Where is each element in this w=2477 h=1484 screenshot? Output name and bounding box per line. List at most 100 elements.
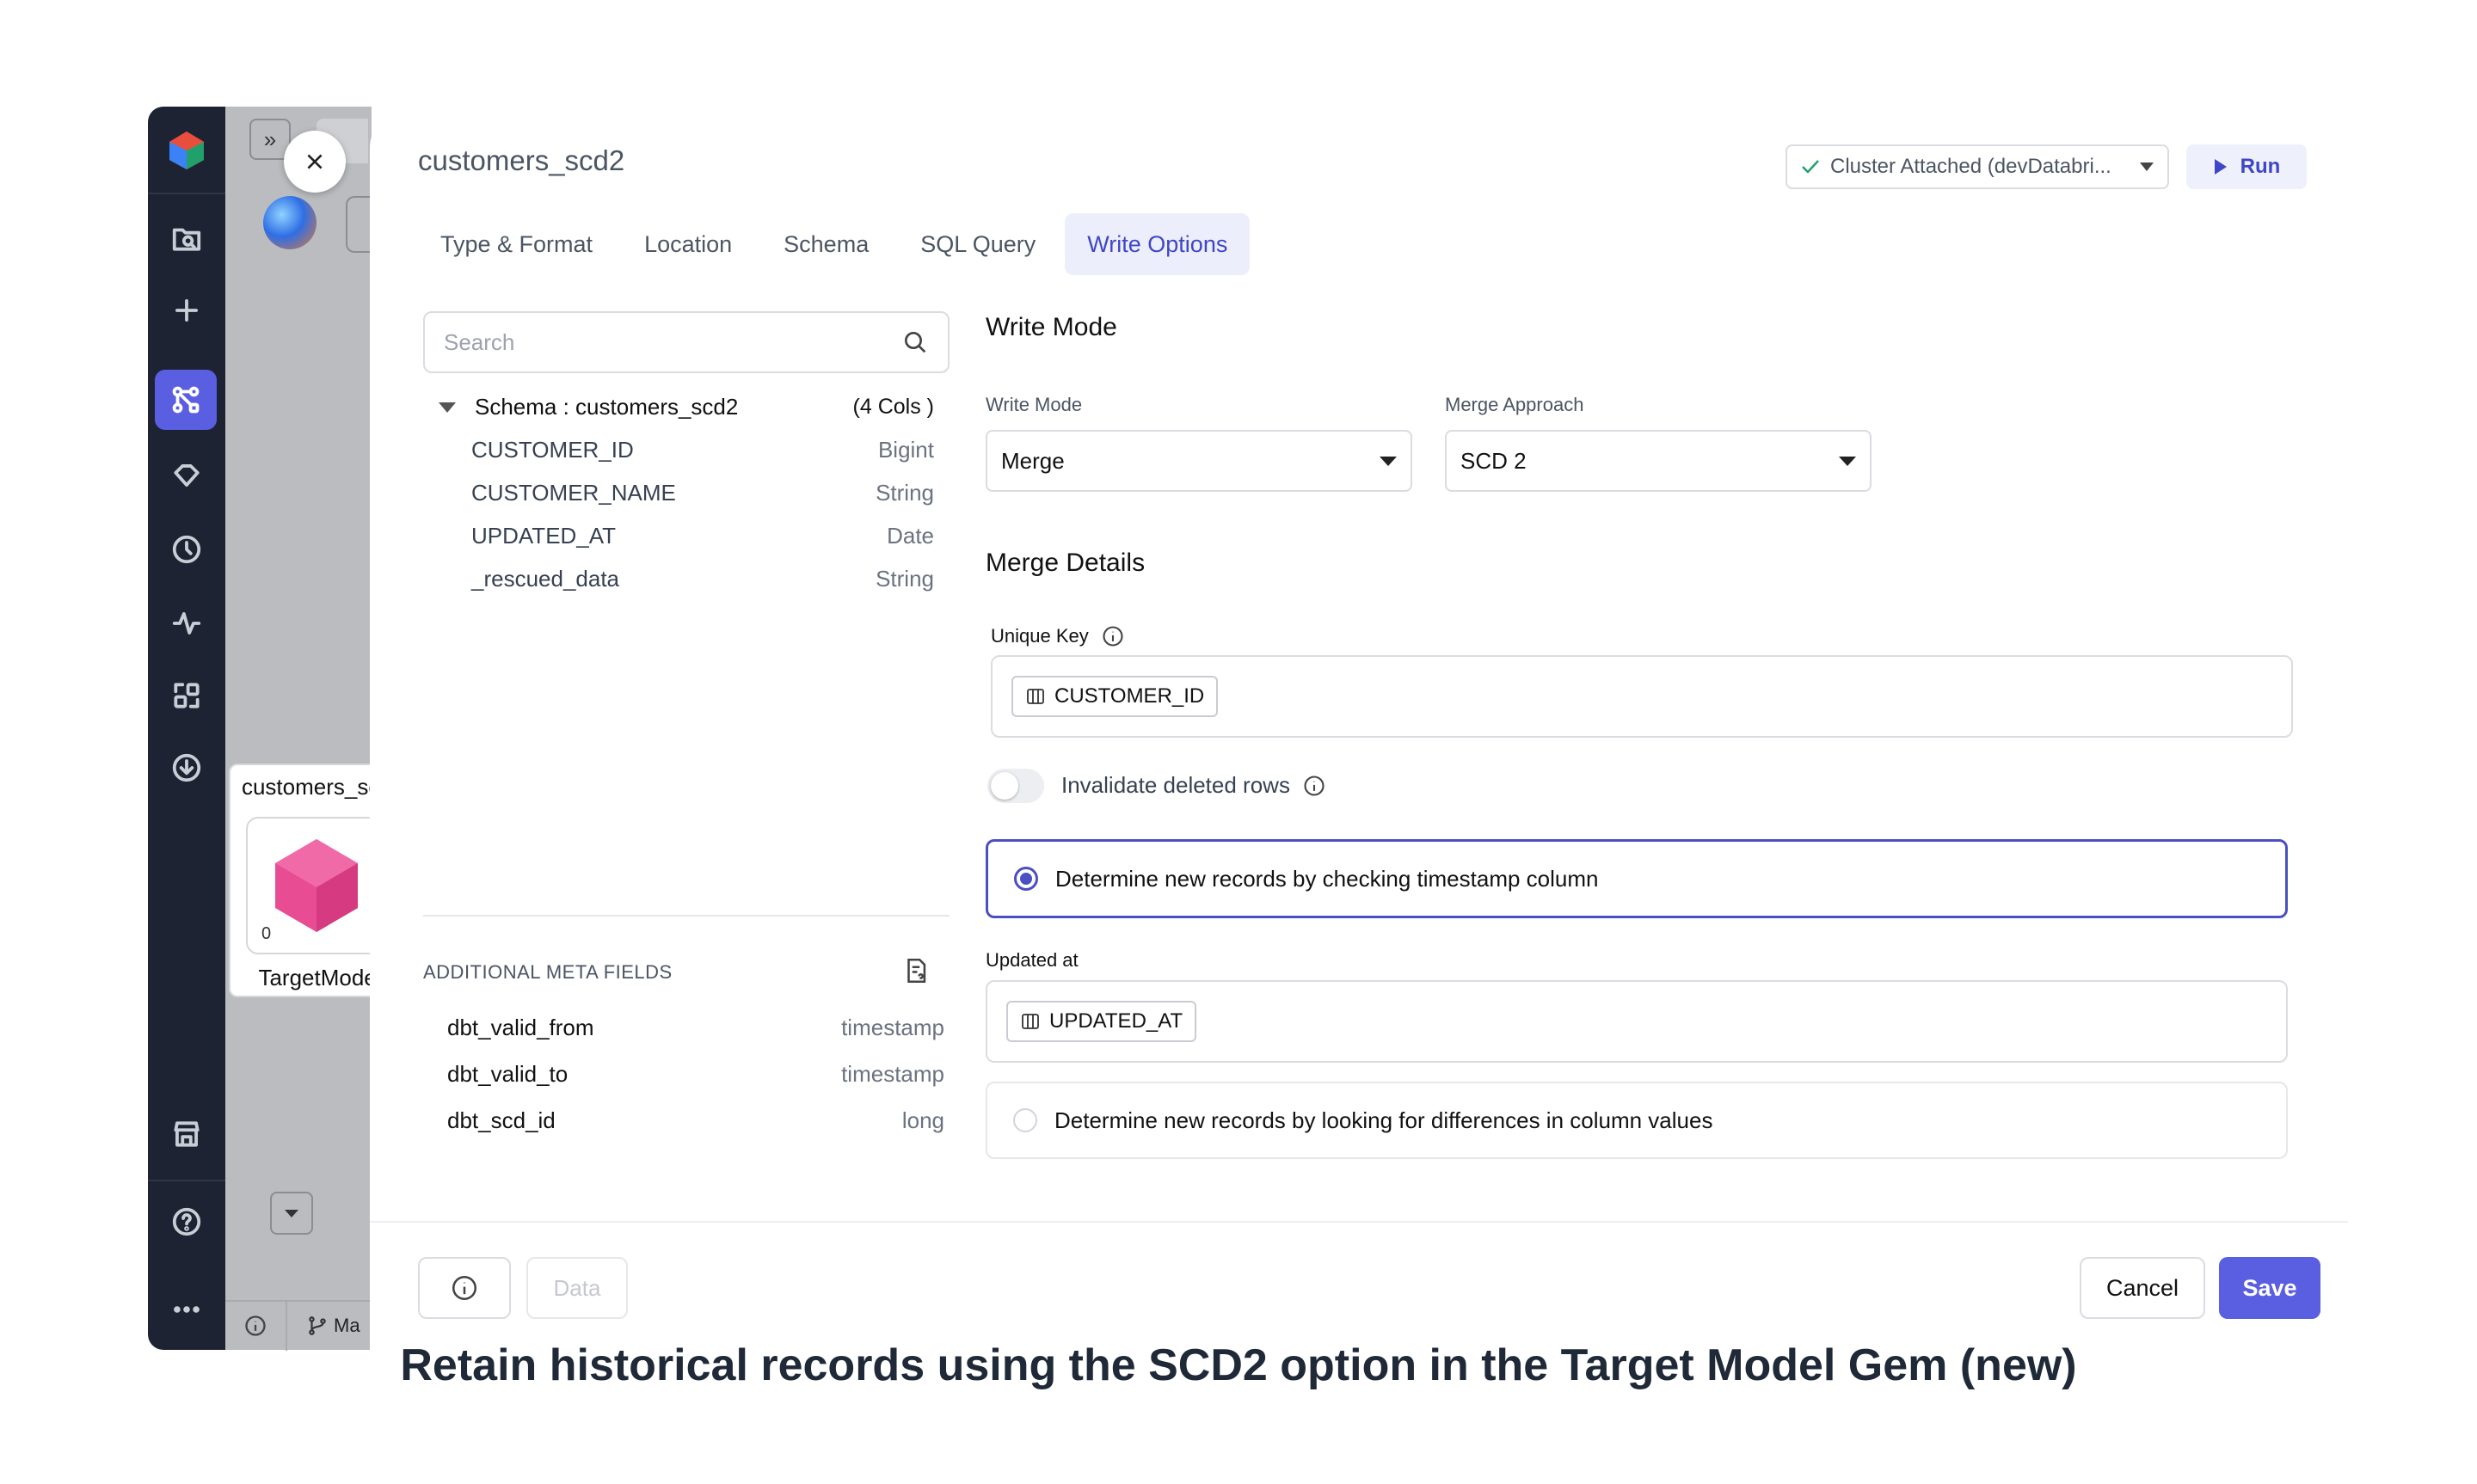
cluster-status: Cluster Attached (devDatabri... (1830, 155, 2111, 178)
download-icon[interactable] (165, 746, 208, 789)
schema-column-row[interactable]: _rescued_data String (471, 566, 934, 592)
meta-field-type: timestamp (841, 1060, 944, 1087)
tab-write-options[interactable]: Write Options (1065, 213, 1251, 275)
branch-selector[interactable]: Ma (287, 1315, 360, 1337)
run-label: Run (2240, 155, 2281, 178)
radio-selected[interactable] (1014, 867, 1038, 891)
column-name: CUSTOMER_NAME (471, 480, 676, 506)
chevron-down-icon (1380, 456, 1397, 466)
merge-approach-value: SCD 2 (1460, 447, 1527, 474)
info-button[interactable] (418, 1257, 511, 1319)
add-icon[interactable] (165, 289, 208, 332)
gem-icon-box: 0 (246, 817, 385, 954)
column-type: Date (887, 523, 934, 549)
updated-at-value: UPDATED_AT (1049, 1009, 1183, 1033)
tab-schema[interactable]: Schema (761, 213, 891, 275)
help-icon[interactable] (165, 1200, 208, 1243)
dialog-tabs: Type & Format Location Schema SQL Query … (418, 213, 1251, 275)
schema-column-row[interactable]: CUSTOMER_ID Bigint (471, 437, 934, 463)
merge-approach-label: Merge Approach (1445, 394, 1584, 415)
info-icon[interactable] (1302, 774, 1326, 798)
unique-key-value: CUSTOMER_ID (1054, 684, 1205, 708)
tab-sql-query[interactable]: SQL Query (898, 213, 1058, 275)
branch-label: Ma (334, 1315, 360, 1336)
column-name: CUSTOMER_ID (471, 437, 634, 463)
updated-at-input[interactable]: UPDATED_AT (986, 980, 2288, 1063)
rail-divider (148, 193, 225, 194)
option-timestamp-label: Determine new records by checking timest… (1055, 865, 1599, 892)
gem-count: 0 (261, 924, 272, 943)
meta-fields-title: ADDITIONAL META FIELDS (423, 961, 673, 983)
target-model-icon (275, 839, 358, 932)
write-mode-select[interactable]: Merge (986, 430, 1412, 492)
schema-column-row[interactable]: CUSTOMER_NAME String (471, 480, 934, 506)
schema-label: Schema : customers_scd2 (475, 394, 739, 420)
footer-divider (370, 1221, 2348, 1223)
rail-divider (148, 1180, 225, 1181)
play-icon (2214, 159, 2227, 175)
cluster-selector[interactable]: Cluster Attached (devDatabri... (1786, 144, 2169, 189)
write-mode-heading: Write Mode (986, 313, 1117, 341)
meta-field-name: dbt_valid_to (447, 1060, 569, 1087)
meta-field-row: dbt_scd_id long (447, 1097, 944, 1138)
unique-key-label: Unique Key (991, 625, 1089, 647)
option-differences-label: Determine new records by looking for dif… (1054, 1107, 1713, 1133)
column-type: String (876, 566, 934, 592)
chevron-down-icon (1839, 456, 1856, 466)
column-chip[interactable]: CUSTOMER_ID (1011, 676, 1219, 717)
column-icon (1027, 689, 1044, 704)
run-button[interactable]: Run (2186, 144, 2307, 189)
unique-key-label-row: Unique Key (991, 624, 1125, 648)
write-mode-label: Write Mode (986, 394, 1083, 415)
info-icon (452, 1275, 477, 1301)
document-help-icon[interactable] (901, 956, 931, 990)
cancel-button[interactable]: Cancel (2080, 1257, 2205, 1319)
marketplace-icon[interactable] (165, 1113, 208, 1156)
avatar[interactable] (263, 196, 317, 249)
meta-field-name: dbt_scd_id (447, 1107, 556, 1133)
option-timestamp-card[interactable]: Determine new records by checking timest… (986, 839, 2288, 918)
chevron-down-icon[interactable] (270, 1192, 313, 1235)
caption: Retain historical records using the SCD2… (400, 1340, 2077, 1390)
lineage-icon[interactable] (165, 674, 208, 717)
meta-field-type: timestamp (841, 1014, 944, 1040)
app-logo-icon[interactable] (165, 129, 208, 172)
file-browser-icon[interactable] (165, 217, 208, 260)
schema-column-row[interactable]: UPDATED_AT Date (471, 523, 934, 549)
invalidate-label: Invalidate deleted rows (1061, 772, 1290, 798)
save-button[interactable]: Save (2219, 1257, 2320, 1319)
search-input[interactable]: Search (423, 311, 950, 373)
column-name: _rescued_data (471, 566, 620, 592)
invalidate-deleted-toggle[interactable] (987, 769, 1044, 803)
tab-type-format[interactable]: Type & Format (418, 213, 615, 275)
gem-icon[interactable] (165, 454, 208, 497)
activity-icon[interactable] (165, 602, 208, 645)
data-button[interactable]: Data (526, 1257, 628, 1319)
write-mode-value: Merge (1001, 447, 1065, 474)
history-icon[interactable] (165, 528, 208, 571)
pipelines-icon[interactable] (155, 370, 217, 430)
column-type: String (876, 480, 934, 506)
left-nav-rail (148, 107, 225, 1350)
radio-unselected[interactable] (1013, 1108, 1037, 1132)
meta-field-row: dbt_valid_to timestamp (447, 1051, 944, 1097)
meta-field-name: dbt_valid_from (447, 1014, 594, 1040)
info-icon[interactable] (1101, 624, 1125, 648)
chevron-down-icon (2140, 163, 2154, 171)
tab-location[interactable]: Location (622, 213, 754, 275)
unique-key-input[interactable]: CUSTOMER_ID (991, 655, 2293, 738)
close-dialog-button[interactable] (284, 131, 346, 193)
meta-fields-list[interactable]: dbt_valid_from timestamp dbt_valid_to ti… (447, 1004, 944, 1138)
option-differences-card[interactable]: Determine new records by looking for dif… (986, 1082, 2288, 1159)
column-chip[interactable]: UPDATED_AT (1006, 1001, 1197, 1042)
meta-field-row: dbt_valid_from timestamp (447, 1004, 944, 1051)
collapse-triangle-icon[interactable] (439, 402, 456, 413)
screen: » Ma customers_sc... 0 TargetModel custo… (0, 0, 2477, 1484)
schema-tree-header[interactable]: Schema : customers_scd2 (4 Cols ) (439, 394, 934, 420)
close-icon (307, 154, 323, 169)
merge-approach-select[interactable]: SCD 2 (1445, 430, 1872, 492)
more-icon[interactable] (165, 1288, 208, 1331)
canvas-node-edge (346, 196, 372, 253)
updated-at-label: Updated at (986, 949, 1079, 971)
invalidate-label-row: Invalidate deleted rows (1061, 772, 1326, 799)
